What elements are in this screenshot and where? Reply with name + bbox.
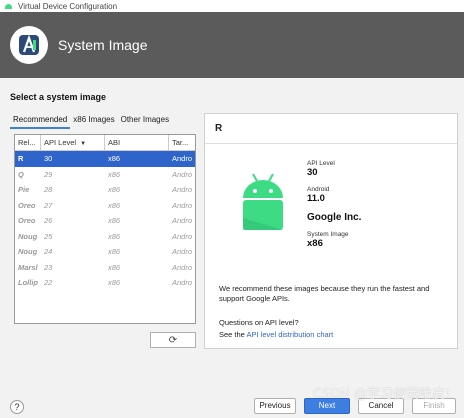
- cell-abi: x86: [108, 216, 121, 225]
- android-version: 11.0: [307, 193, 325, 204]
- question-text: Questions on API level?: [219, 318, 299, 327]
- table-row[interactable]: Pie 28 x86 Andro: [15, 182, 195, 198]
- cell-release: Oreo: [18, 200, 36, 210]
- cell-target: Andro: [172, 231, 193, 241]
- cell-target: Andro: [172, 185, 193, 194]
- cell-api: 29: [44, 169, 53, 179]
- api-distribution-link[interactable]: API level distribution chart: [247, 330, 334, 339]
- cell-api: 23: [44, 262, 53, 272]
- android-app-icon: [4, 3, 13, 10]
- cell-abi: x86: [108, 154, 121, 163]
- table-body: R 30 x86 Andro Q 29 x86 Andro Pie 28 x86 Andro Oreo 2…: [15, 151, 195, 291]
- cell-abi: x86: [108, 185, 121, 194]
- help-button[interactable]: ?: [10, 400, 24, 414]
- sort-desc-icon: ▼: [80, 141, 87, 147]
- android-robot-icon: [243, 173, 283, 230]
- watermark: CSDN @学习使我哈皮！: [312, 387, 458, 402]
- column-header-api-level[interactable]: API Level ▼: [41, 135, 105, 150]
- table-header: Rel... API Level ▼ ABI Tar...: [15, 135, 195, 151]
- android-label: Android: [307, 186, 330, 193]
- system-image-table: Rel... API Level ▼ ABI Tar... R 30 x86 Andro…: [14, 134, 196, 324]
- cell-release: Marsl: [18, 262, 38, 272]
- table-row[interactable]: Q 29 x86 Andro: [15, 167, 195, 183]
- table-row[interactable]: Noug 25 x86 Andro: [15, 229, 195, 245]
- cell-release: Pie: [18, 185, 30, 194]
- cell-api: 24: [44, 247, 53, 256]
- vendor: Google Inc.: [307, 212, 362, 223]
- android-studio-icon: [10, 26, 48, 64]
- tab-other-images[interactable]: Other Images: [118, 113, 172, 129]
- cell-api: 22: [44, 278, 53, 287]
- cell-target: Andro: [172, 200, 193, 210]
- tab-x86-images[interactable]: x86 Images: [70, 113, 117, 129]
- cell-api: 26: [44, 216, 53, 225]
- cell-target: Andro: [172, 278, 193, 287]
- previous-button[interactable]: Previous: [254, 398, 296, 414]
- cell-abi: x86: [108, 200, 121, 210]
- cell-abi: x86: [108, 262, 121, 272]
- cell-release: Noug: [18, 231, 38, 241]
- see-text: See the API level distribution chart: [219, 330, 334, 339]
- refresh-icon: ⟳: [168, 334, 178, 346]
- table-row[interactable]: Oreo 27 x86 Andro: [15, 198, 195, 214]
- cell-api: 28: [44, 185, 53, 194]
- table-row[interactable]: Lollip 22 x86 Andro: [15, 275, 195, 291]
- cell-release: Q: [18, 169, 24, 179]
- cell-abi: x86: [108, 231, 121, 241]
- cell-release: Lollip: [18, 278, 38, 287]
- cell-release: Noug: [18, 247, 38, 256]
- detail-panel: R API Level 30 Android 11.0 Google Inc. …: [204, 113, 458, 349]
- table-row[interactable]: Noug 24 x86 Andro: [15, 244, 195, 260]
- column-header-abi[interactable]: ABI: [105, 135, 169, 150]
- cell-target: Andro: [172, 262, 193, 272]
- page-title: System Image: [58, 37, 148, 53]
- table-row[interactable]: R 30 x86 Andro: [15, 151, 195, 167]
- table-row[interactable]: Oreo 26 x86 Andro: [15, 213, 195, 229]
- cell-abi: x86: [108, 247, 121, 256]
- tab-recommended[interactable]: Recommended: [10, 113, 71, 129]
- cell-abi: x86: [108, 278, 121, 287]
- recommendation-text: We recommend these images because they r…: [219, 284, 430, 303]
- cell-api: 25: [44, 231, 53, 241]
- window-title: Virtual Device Configuration: [18, 1, 118, 11]
- column-header-target[interactable]: Tar...: [169, 135, 195, 150]
- api-level-label: API Level: [307, 160, 335, 167]
- column-header-release[interactable]: Rel...: [15, 135, 41, 150]
- section-title: Select a system image: [10, 92, 107, 102]
- detail-title: R: [205, 114, 457, 144]
- cell-api: 27: [44, 200, 53, 210]
- header-banner: System Image: [0, 12, 464, 78]
- cell-abi: x86: [108, 169, 121, 179]
- cell-target: Andro: [172, 247, 193, 256]
- refresh-button[interactable]: ⟳: [150, 332, 196, 348]
- image-tabs: Recommended x86 Images Other Images: [10, 113, 172, 129]
- cell-api: 30: [44, 154, 53, 163]
- system-image-value: x86: [307, 238, 323, 249]
- cell-release: Oreo: [18, 216, 36, 225]
- cell-target: Andro: [172, 216, 193, 225]
- table-row[interactable]: Marsl 23 x86 Andro: [15, 260, 195, 276]
- title-bar: Virtual Device Configuration: [0, 0, 464, 12]
- cell-target: Andro: [172, 154, 193, 163]
- cell-target: Andro: [172, 169, 193, 179]
- system-image-label: System Image: [307, 231, 349, 238]
- cell-release: R: [18, 154, 24, 163]
- api-level-value: 30: [307, 167, 318, 178]
- image-info: API Level 30 Android 11.0 Google Inc. Sy…: [307, 160, 447, 257]
